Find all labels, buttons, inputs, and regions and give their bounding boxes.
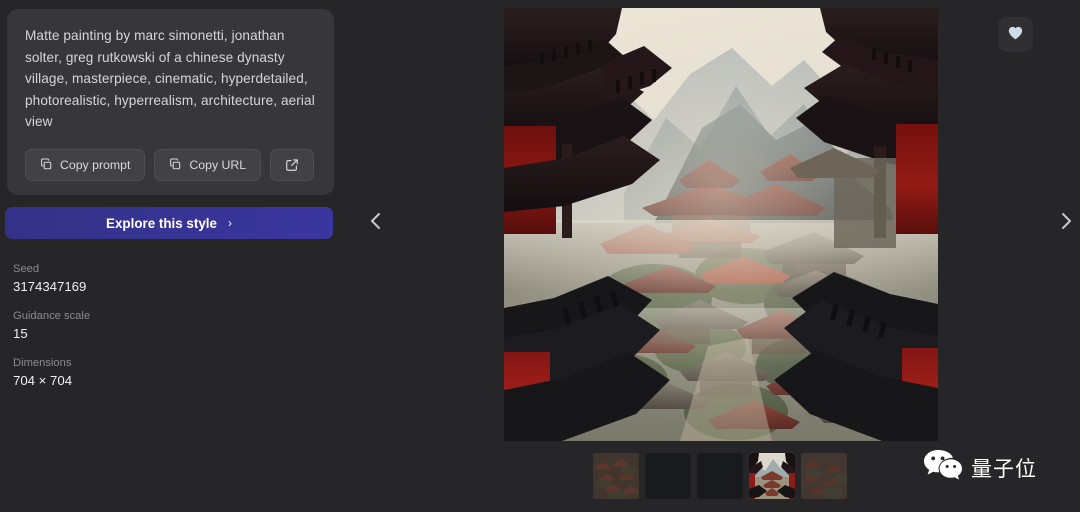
chevron-left-icon	[366, 210, 386, 235]
details-panel: Matte painting by marc simonetti, jonath…	[0, 0, 350, 512]
thumbnail-preview	[749, 453, 795, 499]
thumbnail-1[interactable]	[593, 453, 639, 499]
favorite-button[interactable]	[998, 17, 1033, 52]
wechat-icon	[923, 448, 963, 487]
metadata-guidance-scale: Guidance scale 15	[13, 309, 90, 343]
copy-icon	[169, 158, 182, 171]
thumbnail-5[interactable]	[801, 453, 847, 499]
metadata-seed: Seed 3174347169	[13, 262, 90, 296]
metadata-value: 15	[13, 326, 28, 341]
thumbnail-4-selected[interactable]	[749, 453, 795, 499]
copy-url-label: Copy URL	[189, 157, 247, 172]
wechat-watermark: 量子位	[923, 448, 1037, 487]
copy-prompt-label: Copy prompt	[60, 157, 131, 172]
external-link-icon	[285, 158, 299, 172]
copy-prompt-button[interactable]: Copy prompt	[25, 148, 146, 181]
explore-this-style-button[interactable]: Explore this style ›	[5, 207, 333, 239]
thumbnail-2[interactable]	[645, 453, 691, 499]
prompt-text: Matte painting by marc simonetti, jonath…	[25, 28, 315, 129]
chevron-right-icon: ›	[227, 216, 232, 230]
explore-label: Explore this style	[106, 215, 217, 231]
thumbnail-strip	[593, 453, 847, 499]
hero-image-container[interactable]	[504, 8, 938, 441]
copy-icon	[40, 158, 53, 171]
open-external-button[interactable]	[270, 148, 315, 181]
image-detail-page: Matte painting by marc simonetti, jonath…	[0, 0, 1080, 512]
metadata-value: 704 × 704	[13, 373, 73, 388]
metadata-label: Dimensions	[13, 357, 72, 369]
metadata-label: Seed	[13, 263, 40, 275]
image-stage	[350, 0, 1080, 512]
thumbnail-preview	[593, 453, 639, 499]
chevron-right-icon	[1056, 210, 1076, 235]
thumbnail-3[interactable]	[697, 453, 743, 499]
hero-image[interactable]	[504, 8, 938, 441]
metadata-list: Seed 3174347169 Guidance scale 15 Dimens…	[13, 262, 90, 403]
copy-url-button[interactable]: Copy URL	[154, 148, 262, 181]
next-image-button[interactable]	[1050, 206, 1080, 238]
hero-artwork	[504, 8, 938, 441]
thumbnail-preview	[801, 453, 847, 499]
prompt-actions: Copy prompt Copy URL	[25, 148, 316, 181]
heart-icon	[1008, 26, 1023, 43]
thumbnail-placeholder	[645, 453, 691, 499]
previous-image-button[interactable]	[360, 206, 392, 238]
thumbnail-placeholder	[697, 453, 743, 499]
watermark-text: 量子位	[971, 456, 1037, 481]
metadata-label: Guidance scale	[13, 310, 91, 322]
metadata-value: 3174347169	[13, 279, 87, 294]
prompt-card: Matte painting by marc simonetti, jonath…	[7, 9, 334, 195]
metadata-dimensions: Dimensions 704 × 704	[13, 356, 90, 390]
